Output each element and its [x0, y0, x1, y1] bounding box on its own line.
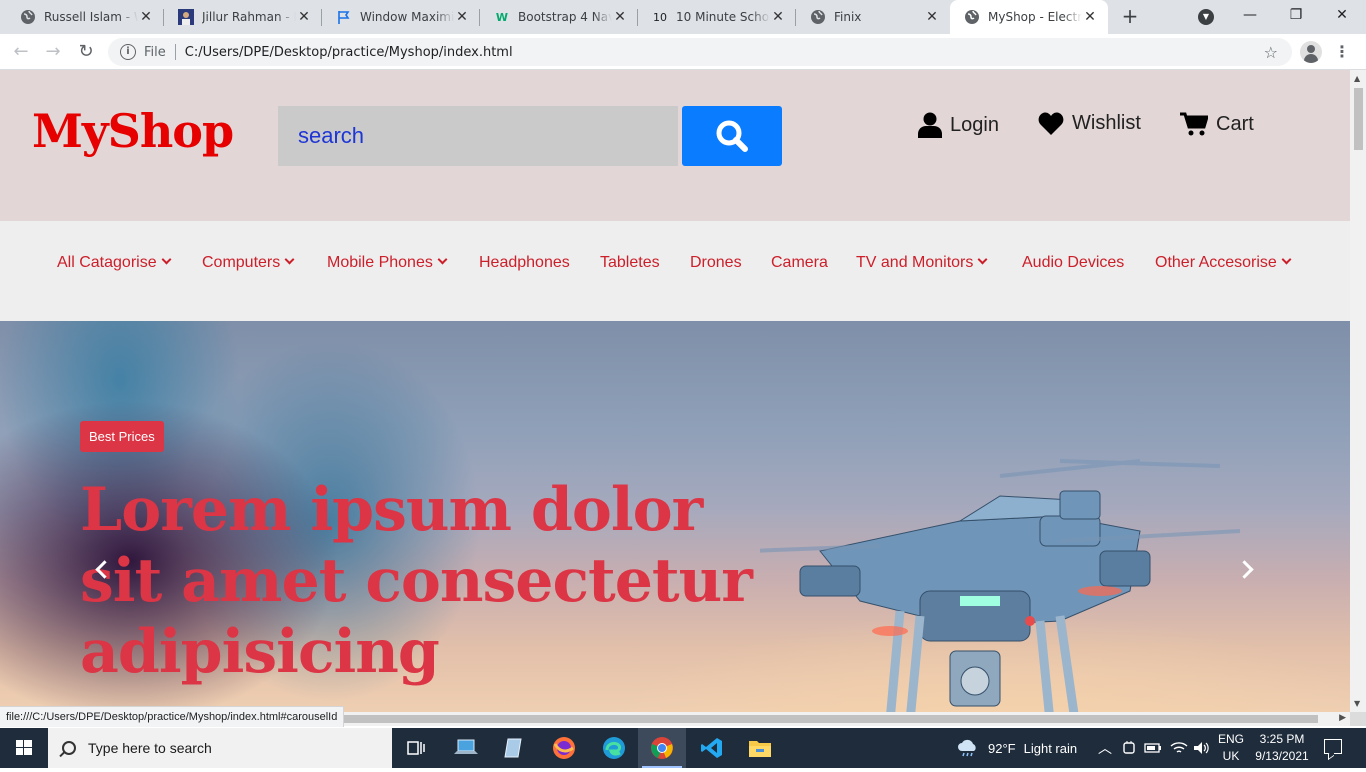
cart-icon [1180, 112, 1208, 136]
search-icon [62, 741, 76, 755]
tray-device-icon[interactable] [1122, 728, 1136, 768]
address-bar[interactable]: i File C:/Users/DPE/Desktop/practice/Mys… [108, 38, 1292, 66]
laptop-icon[interactable] [442, 728, 490, 768]
chevron-down-icon [1281, 254, 1292, 265]
nav-item-tabletes[interactable]: Tabletes [600, 254, 660, 272]
nav-item-headphones[interactable]: Headphones [479, 254, 570, 272]
browser-tab-active[interactable]: MyShop - Electro ✕ [950, 0, 1108, 34]
chevron-down-icon [284, 254, 295, 265]
site-header: MyShop Login Wishlist Cart [0, 70, 1350, 221]
hero-carousel: Best Prices Lorem ipsum dolor sit amet c… [0, 321, 1350, 712]
volume-icon[interactable] [1192, 728, 1210, 768]
file-explorer-icon[interactable] [736, 728, 784, 768]
browser-tab[interactable]: 10 10 Minute School ✕ [638, 0, 796, 34]
show-hidden-icons[interactable]: ︿ [1098, 728, 1112, 768]
info-icon[interactable]: i [120, 44, 136, 60]
nav-item-other-accesorise[interactable]: Other Accesorise [1155, 254, 1292, 272]
wifi-icon[interactable] [1170, 728, 1188, 768]
cart-link[interactable]: Cart [1180, 112, 1254, 136]
close-tab-icon[interactable]: ✕ [924, 9, 940, 25]
browser-tab[interactable]: Russell Islam - We ✕ [6, 0, 164, 34]
user-icon [918, 112, 942, 138]
close-tab-icon[interactable]: ✕ [454, 9, 470, 25]
hero-title: Lorem ipsum dolor sit amet consectetur a… [80, 475, 753, 687]
reload-icon[interactable]: ↻ [74, 40, 98, 64]
browser-tab[interactable]: Jillur Rahman - Fu ✕ [164, 0, 322, 34]
back-icon[interactable]: ← [9, 40, 33, 64]
nav-item-mobile-phones[interactable]: Mobile Phones [327, 254, 448, 272]
chevron-down-icon [977, 254, 988, 265]
site-logo[interactable]: MyShop [32, 104, 234, 158]
avatar-icon [178, 9, 194, 25]
edge-icon[interactable] [590, 728, 638, 768]
task-view-icon[interactable] [392, 728, 440, 768]
category-nav: All Catagorise Computers Mobile Phones Head… [0, 221, 1350, 321]
new-tab-icon[interactable]: + [1118, 5, 1142, 29]
close-window-icon[interactable]: ✕ [1319, 0, 1365, 32]
nav-item-drones[interactable]: Drones [690, 254, 742, 272]
firefox-icon[interactable] [540, 728, 588, 768]
heart-icon [1038, 112, 1064, 135]
chrome-icon[interactable] [638, 728, 686, 768]
input-language[interactable]: ENG UK [1218, 731, 1244, 765]
ten-minute-school-icon: 10 [653, 10, 667, 24]
wishlist-link[interactable]: Wishlist [1038, 112, 1141, 135]
status-url-bubble: file:///C:/Users/DPE/Desktop/practice/My… [0, 706, 345, 727]
start-button[interactable] [0, 728, 48, 768]
close-tab-icon[interactable]: ✕ [138, 9, 154, 25]
close-tab-icon[interactable]: ✕ [770, 9, 786, 25]
menu-kebab-icon[interactable]: ⋮ [1334, 42, 1350, 62]
taskbar-clock[interactable]: 3:25 PM 9/13/2021 [1252, 731, 1312, 765]
browser-tab-strip: Russell Islam - We ✕ Jillur Rahman - Fu … [0, 0, 1366, 34]
restore-icon[interactable]: ❐ [1273, 0, 1319, 32]
notepad-icon[interactable] [490, 728, 538, 768]
globe-icon [964, 9, 980, 25]
search-button[interactable] [682, 106, 782, 166]
windows-taskbar: Type here to search 92°F Light rain ︿ EN… [0, 728, 1366, 768]
notification-center-icon[interactable] [1324, 739, 1342, 754]
chevron-down-icon [161, 254, 172, 265]
nav-item-camera[interactable]: Camera [771, 254, 828, 272]
battery-icon[interactable] [1144, 728, 1162, 768]
cloud-rain-icon [958, 739, 976, 757]
profile-avatar-icon[interactable] [1300, 41, 1322, 63]
hero-badge: Best Prices [80, 421, 164, 452]
carousel-prev-icon[interactable] [92, 558, 112, 582]
search-icon [716, 120, 748, 152]
chevron-down-icon [437, 254, 448, 265]
nav-item-tv-and-monitors[interactable]: TV and Monitors [856, 254, 988, 272]
login-link[interactable]: Login [918, 112, 999, 138]
w3-icon: W [495, 10, 509, 24]
flag-icon [336, 9, 352, 25]
carousel-next-icon[interactable] [1236, 558, 1256, 582]
url-scheme: File [144, 44, 166, 60]
weather-widget[interactable]: 92°F Light rain [956, 728, 1077, 768]
browser-tab[interactable]: Finix ✕ [796, 0, 950, 34]
browser-toolbar: ← → ↻ i File C:/Users/DPE/Desktop/practi… [0, 34, 1366, 70]
nav-item-computers[interactable]: Computers [202, 254, 295, 272]
close-tab-icon[interactable]: ✕ [1082, 9, 1098, 25]
taskbar-search-box[interactable]: Type here to search [48, 728, 392, 768]
nav-item-all-catagorise[interactable]: All Catagorise [57, 254, 172, 272]
vscode-icon[interactable] [688, 728, 736, 768]
close-tab-icon[interactable]: ✕ [296, 9, 312, 25]
tab-search-icon[interactable]: ▼ [1198, 9, 1214, 25]
minimize-icon[interactable]: — [1227, 0, 1273, 32]
page-viewport: MyShop Login Wishlist Cart All Catagoris… [0, 70, 1350, 712]
vertical-scrollbar[interactable]: ▲ ▼ [1350, 70, 1366, 712]
url-text[interactable]: C:/Users/DPE/Desktop/practice/Myshop/ind… [185, 45, 513, 60]
forward-icon[interactable]: → [41, 40, 65, 64]
globe-icon [20, 9, 36, 25]
browser-tab[interactable]: Window Maximiz ✕ [322, 0, 480, 34]
globe-icon [810, 9, 826, 25]
windows-logo-icon [16, 740, 32, 755]
drone-image [760, 459, 1241, 712]
close-tab-icon[interactable]: ✕ [612, 9, 628, 25]
bookmark-star-icon[interactable]: ☆ [1264, 43, 1278, 62]
browser-tab[interactable]: W Bootstrap 4 Navig ✕ [480, 0, 638, 34]
search-input[interactable] [278, 106, 678, 166]
nav-item-audio-devices[interactable]: Audio Devices [1022, 254, 1124, 272]
